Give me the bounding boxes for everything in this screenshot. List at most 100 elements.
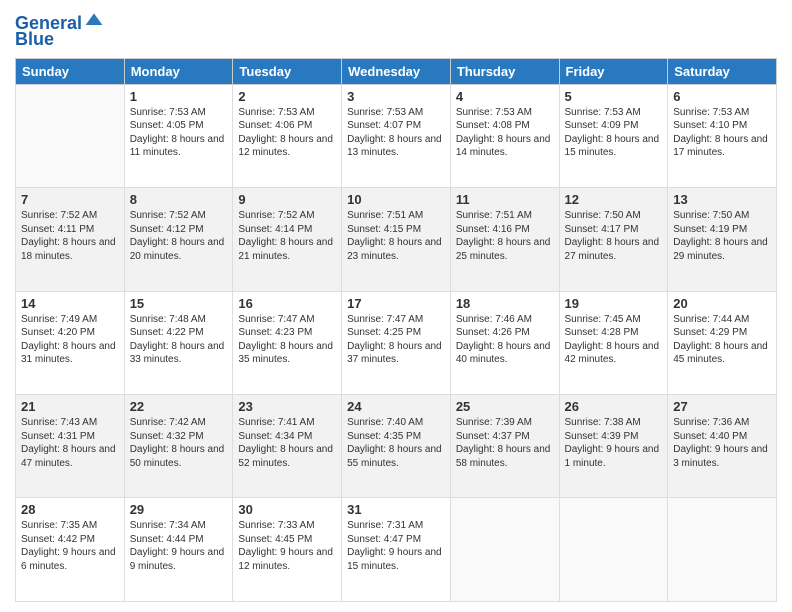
day-number: 24 — [347, 399, 445, 414]
day-number: 27 — [673, 399, 771, 414]
calendar-cell: 7Sunrise: 7:52 AMSunset: 4:11 PMDaylight… — [16, 188, 125, 291]
header: General Blue — [15, 10, 777, 50]
weekday-header-saturday: Saturday — [668, 58, 777, 84]
day-number: 18 — [456, 296, 554, 311]
calendar-cell: 4 Sunrise: 7:53 AMSunset: 4:08 PMDaylight… — [450, 84, 559, 187]
day-number: 25 — [456, 399, 554, 414]
weekday-header-thursday: Thursday — [450, 58, 559, 84]
logo-icon — [84, 10, 104, 30]
weekday-header-friday: Friday — [559, 58, 668, 84]
calendar-cell: 23Sunrise: 7:41 AMSunset: 4:34 PMDayligh… — [233, 395, 342, 498]
day-info: Sunrise: 7:50 AMSunset: 4:19 PMDaylight:… — [673, 209, 771, 263]
day-number: 19 — [565, 296, 663, 311]
day-info: Sunrise: 7:47 AMSunset: 4:23 PMDaylight:… — [238, 313, 336, 367]
day-info: Sunrise: 7:53 AMSunset: 4:10 PMDaylight:… — [673, 106, 771, 160]
calendar-cell: 10Sunrise: 7:51 AMSunset: 4:15 PMDayligh… — [342, 188, 451, 291]
day-info: Sunrise: 7:53 AMSunset: 4:08 PMDaylight:… — [456, 106, 554, 160]
calendar-week-row: 1 Sunrise: 7:53 AMSunset: 4:05 PMDaylight… — [16, 84, 777, 187]
day-number: 28 — [21, 502, 119, 517]
calendar-cell: 27 Sunrise: 7:36 AMSunset: 4:40 PMDayligh… — [668, 395, 777, 498]
calendar-cell — [559, 498, 668, 602]
day-info: Sunrise: 7:44 AMSunset: 4:29 PMDaylight:… — [673, 313, 771, 367]
day-number: 31 — [347, 502, 445, 517]
day-info: Sunrise: 7:34 AMSunset: 4:44 PMDaylight:… — [130, 519, 228, 573]
calendar-cell: 18Sunrise: 7:46 AMSunset: 4:26 PMDayligh… — [450, 291, 559, 394]
calendar-cell: 21Sunrise: 7:43 AMSunset: 4:31 PMDayligh… — [16, 395, 125, 498]
day-number: 30 — [238, 502, 336, 517]
day-info: Sunrise: 7:38 AMSunset: 4:39 PMDaylight:… — [565, 416, 663, 470]
calendar-week-row: 7Sunrise: 7:52 AMSunset: 4:11 PMDaylight… — [16, 188, 777, 291]
calendar-cell: 9 Sunrise: 7:52 AMSunset: 4:14 PMDaylight… — [233, 188, 342, 291]
calendar-cell: 17 Sunrise: 7:47 AMSunset: 4:25 PMDayligh… — [342, 291, 451, 394]
weekday-header-wednesday: Wednesday — [342, 58, 451, 84]
day-number: 20 — [673, 296, 771, 311]
day-info: Sunrise: 7:53 AMSunset: 4:06 PMDaylight:… — [238, 106, 336, 160]
day-info: Sunrise: 7:52 AMSunset: 4:12 PMDaylight:… — [130, 209, 228, 263]
day-number: 13 — [673, 192, 771, 207]
day-number: 16 — [238, 296, 336, 311]
day-number: 12 — [565, 192, 663, 207]
day-info: Sunrise: 7:47 AMSunset: 4:25 PMDaylight:… — [347, 313, 445, 367]
calendar-cell: 19 Sunrise: 7:45 AMSunset: 4:28 PMDayligh… — [559, 291, 668, 394]
calendar-table: SundayMondayTuesdayWednesdayThursdayFrid… — [15, 58, 777, 602]
calendar-cell: 2Sunrise: 7:53 AMSunset: 4:06 PMDaylight… — [233, 84, 342, 187]
day-info: Sunrise: 7:40 AMSunset: 4:35 PMDaylight:… — [347, 416, 445, 470]
day-info: Sunrise: 7:36 AMSunset: 4:40 PMDaylight:… — [673, 416, 771, 470]
calendar-cell: 8Sunrise: 7:52 AMSunset: 4:12 PMDaylight… — [124, 188, 233, 291]
calendar-cell: 6 Sunrise: 7:53 AMSunset: 4:10 PMDaylight… — [668, 84, 777, 187]
calendar-cell: 5 Sunrise: 7:53 AMSunset: 4:09 PMDaylight… — [559, 84, 668, 187]
weekday-header-tuesday: Tuesday — [233, 58, 342, 84]
calendar-cell — [16, 84, 125, 187]
day-info: Sunrise: 7:42 AMSunset: 4:32 PMDaylight:… — [130, 416, 228, 470]
calendar-cell: 15 Sunrise: 7:48 AMSunset: 4:22 PMDayligh… — [124, 291, 233, 394]
calendar-cell: 3 Sunrise: 7:53 AMSunset: 4:07 PMDaylight… — [342, 84, 451, 187]
day-number: 9 — [238, 192, 336, 207]
day-number: 1 — [130, 89, 228, 104]
day-info: Sunrise: 7:45 AMSunset: 4:28 PMDaylight:… — [565, 313, 663, 367]
day-info: Sunrise: 7:53 AMSunset: 4:09 PMDaylight:… — [565, 106, 663, 160]
calendar-cell: 30Sunrise: 7:33 AMSunset: 4:45 PMDayligh… — [233, 498, 342, 602]
day-number: 14 — [21, 296, 119, 311]
calendar-cell: 20 Sunrise: 7:44 AMSunset: 4:29 PMDayligh… — [668, 291, 777, 394]
calendar-cell: 16 Sunrise: 7:47 AMSunset: 4:23 PMDayligh… — [233, 291, 342, 394]
page: General Blue SundayMondayTuesdayWednesda… — [0, 0, 792, 612]
day-number: 6 — [673, 89, 771, 104]
day-info: Sunrise: 7:53 AMSunset: 4:07 PMDaylight:… — [347, 106, 445, 160]
calendar-cell — [668, 498, 777, 602]
day-info: Sunrise: 7:53 AMSunset: 4:05 PMDaylight:… — [130, 106, 228, 160]
logo: General Blue — [15, 14, 104, 50]
calendar-cell: 12 Sunrise: 7:50 AMSunset: 4:17 PMDayligh… — [559, 188, 668, 291]
day-info: Sunrise: 7:52 AMSunset: 4:14 PMDaylight:… — [238, 209, 336, 263]
calendar-cell: 26 Sunrise: 7:38 AMSunset: 4:39 PMDayligh… — [559, 395, 668, 498]
day-number: 10 — [347, 192, 445, 207]
calendar-week-row: 28 Sunrise: 7:35 AMSunset: 4:42 PMDayligh… — [16, 498, 777, 602]
calendar-cell: 14 Sunrise: 7:49 AMSunset: 4:20 PMDayligh… — [16, 291, 125, 394]
day-number: 22 — [130, 399, 228, 414]
day-number: 4 — [456, 89, 554, 104]
calendar-cell: 24 Sunrise: 7:40 AMSunset: 4:35 PMDayligh… — [342, 395, 451, 498]
calendar-cell: 22 Sunrise: 7:42 AMSunset: 4:32 PMDayligh… — [124, 395, 233, 498]
day-info: Sunrise: 7:49 AMSunset: 4:20 PMDaylight:… — [21, 313, 119, 367]
day-number: 5 — [565, 89, 663, 104]
day-info: Sunrise: 7:51 AMSunset: 4:16 PMDaylight:… — [456, 209, 554, 263]
calendar-week-row: 14 Sunrise: 7:49 AMSunset: 4:20 PMDayligh… — [16, 291, 777, 394]
calendar-cell: 25Sunrise: 7:39 AMSunset: 4:37 PMDayligh… — [450, 395, 559, 498]
calendar-cell: 31Sunrise: 7:31 AMSunset: 4:47 PMDayligh… — [342, 498, 451, 602]
day-number: 26 — [565, 399, 663, 414]
day-info: Sunrise: 7:48 AMSunset: 4:22 PMDaylight:… — [130, 313, 228, 367]
calendar-cell: 11Sunrise: 7:51 AMSunset: 4:16 PMDayligh… — [450, 188, 559, 291]
day-number: 21 — [21, 399, 119, 414]
day-number: 29 — [130, 502, 228, 517]
weekday-header-row: SundayMondayTuesdayWednesdayThursdayFrid… — [16, 58, 777, 84]
day-info: Sunrise: 7:50 AMSunset: 4:17 PMDaylight:… — [565, 209, 663, 263]
day-number: 23 — [238, 399, 336, 414]
day-number: 3 — [347, 89, 445, 104]
weekday-header-sunday: Sunday — [16, 58, 125, 84]
day-number: 15 — [130, 296, 228, 311]
calendar-cell — [450, 498, 559, 602]
day-number: 7 — [21, 192, 119, 207]
day-number: 17 — [347, 296, 445, 311]
calendar-week-row: 21Sunrise: 7:43 AMSunset: 4:31 PMDayligh… — [16, 395, 777, 498]
weekday-header-monday: Monday — [124, 58, 233, 84]
day-info: Sunrise: 7:35 AMSunset: 4:42 PMDaylight:… — [21, 519, 119, 573]
